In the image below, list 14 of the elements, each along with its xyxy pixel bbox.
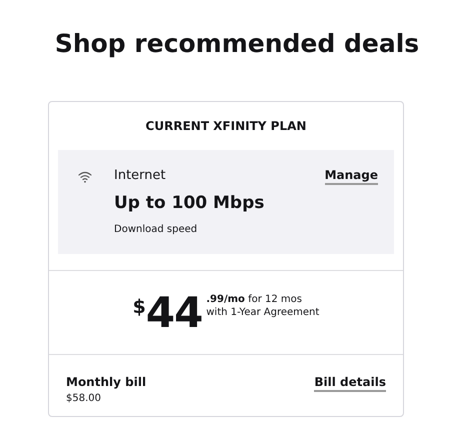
- bill-label: Monthly bill: [66, 375, 148, 390]
- wifi-icon: [78, 171, 92, 183]
- agreement-text: with 1-Year Agreement: [206, 306, 320, 319]
- card-title: CURRENT XFINITY PLAN: [144, 118, 308, 134]
- speed-value: Up to 100 Mbps: [114, 192, 266, 214]
- service-name: Internet: [114, 168, 167, 184]
- speed-label: Download speed: [114, 223, 198, 237]
- bill-amount: $58.00: [66, 392, 102, 406]
- page-heading: Shop recommended deals: [54, 28, 420, 60]
- currency-symbol: $: [132, 295, 146, 320]
- price-terms: .99/mo for 12 mos: [206, 293, 304, 306]
- manage-link[interactable]: Manage: [324, 168, 378, 185]
- price-dollars: 44: [146, 290, 202, 334]
- bill-details-link[interactable]: Bill details: [314, 375, 386, 392]
